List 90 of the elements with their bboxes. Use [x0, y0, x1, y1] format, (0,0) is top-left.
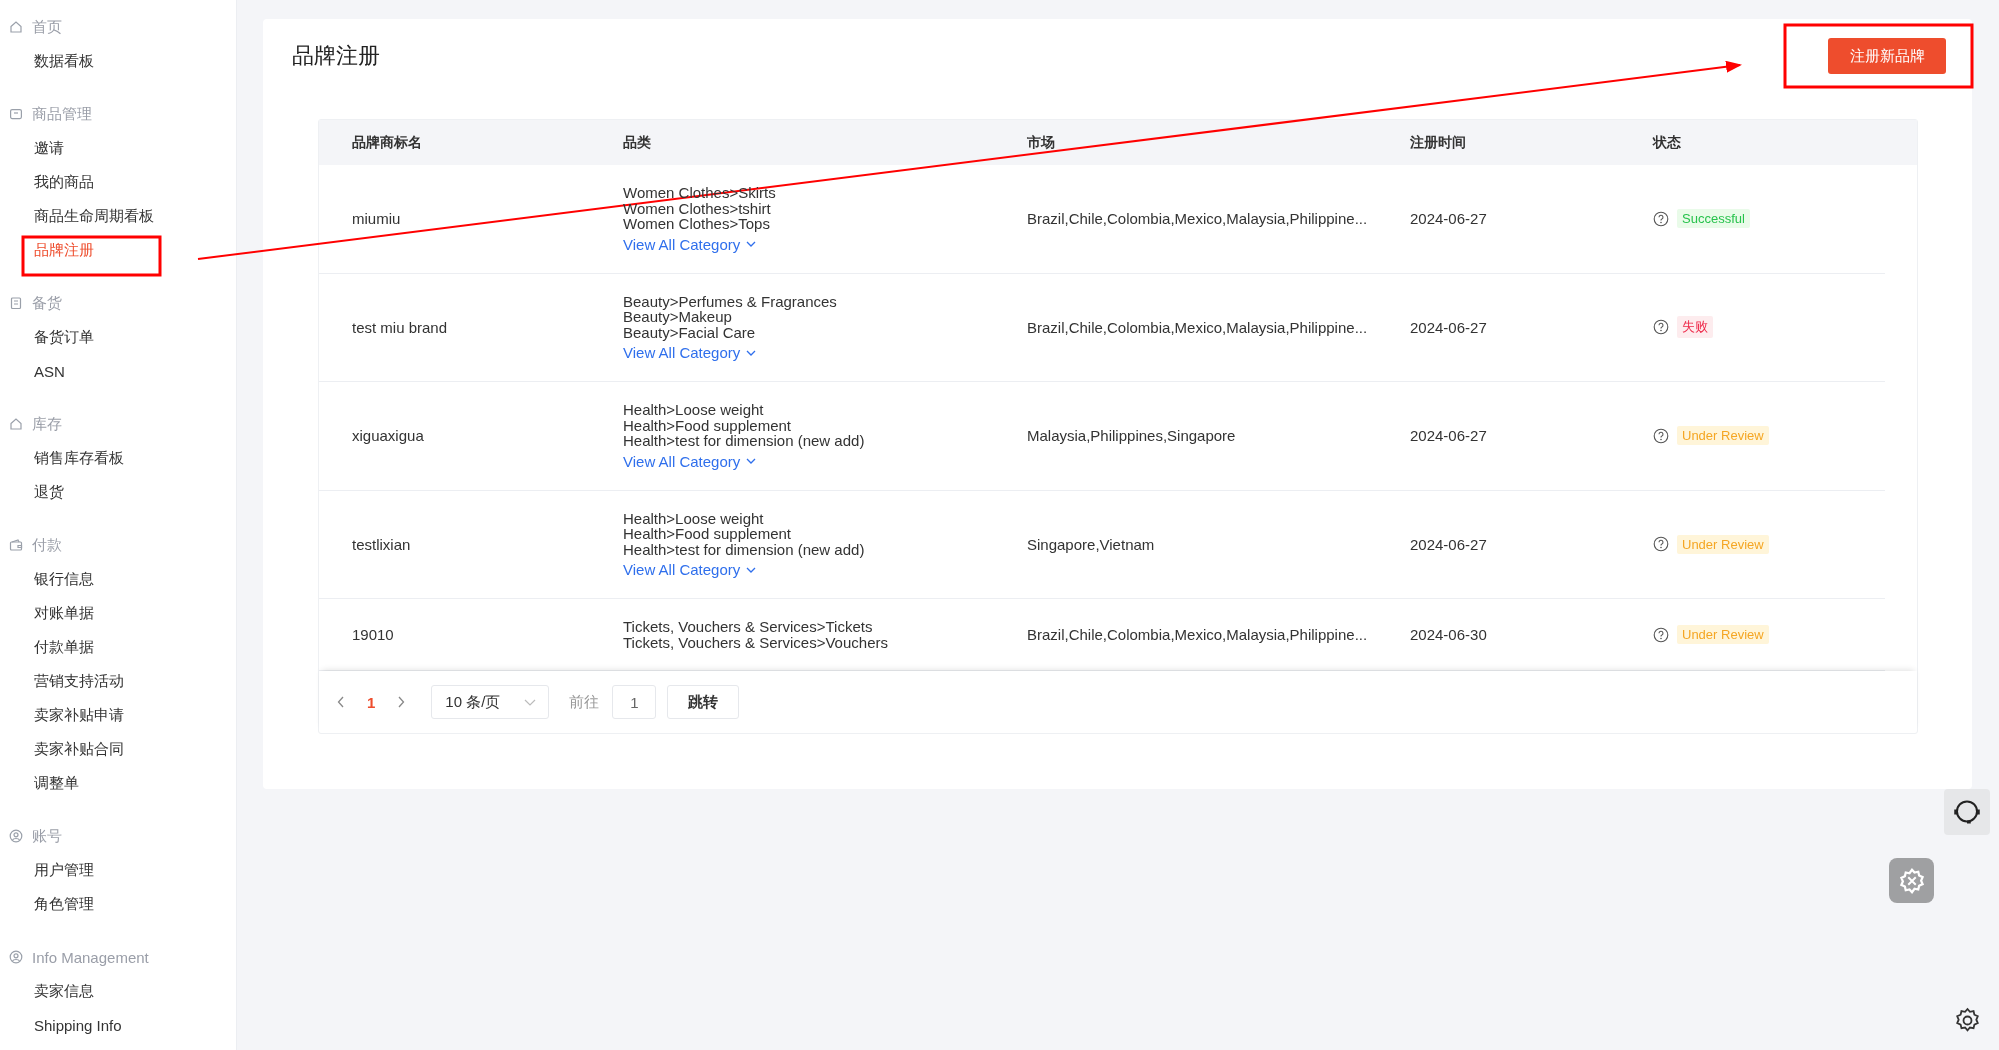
- table-cell-text: Brazil,Chile,Colombia,Mexico,Malaysia,Philippine...: [1027, 626, 1369, 643]
- view-all-link[interactable]: View All Category: [623, 235, 757, 253]
- column-header: 市场: [1027, 133, 1056, 152]
- page-title: 品牌注册: [292, 42, 380, 70]
- sidebar-item[interactable]: ASN: [0, 354, 65, 388]
- sidebar-item[interactable]: 对账单据: [0, 596, 94, 630]
- table-cell-text: test miu brand: [351, 318, 449, 336]
- sidebar-group-title: 库存: [32, 414, 62, 434]
- sidebar-group-title: 账号: [32, 826, 62, 846]
- table-cell-text: 2024-06-27: [1410, 318, 1488, 336]
- help-icon[interactable]: [1653, 626, 1669, 643]
- table-cell-text: xiguaxigua: [351, 427, 425, 445]
- table-cell-text: Brazil,Chile,Colombia,Mexico,Malaysia,Philippine...: [1027, 210, 1369, 228]
- user-icon: [9, 829, 23, 843]
- table-cell-text: miumiu: [351, 210, 402, 228]
- table-cell-text: 2024-06-30: [1410, 626, 1488, 643]
- table-cell-text: testlixian: [351, 535, 412, 553]
- sidebar-item[interactable]: 品牌注册: [0, 233, 94, 267]
- sidebar-item[interactable]: 付款单据: [0, 630, 94, 664]
- category-list: Tickets, Vouchers & Services>Tickets Tickets, Vouchers & Services>Vouchers: [623, 619, 888, 650]
- view-all-link[interactable]: View All Category: [623, 561, 757, 578]
- table-cell-text: 2024-06-27: [1410, 535, 1488, 553]
- status-tag: Under Review: [1677, 426, 1769, 446]
- headset-icon: [1952, 797, 1982, 827]
- category-list: Beauty>Perfumes & Fragrances Beauty>Makeup Beauty>Facial Care: [623, 293, 837, 340]
- sidebar-item[interactable]: 用户管理: [0, 853, 94, 887]
- help-icon[interactable]: [1653, 319, 1669, 336]
- tools-button[interactable]: [1889, 858, 1934, 903]
- sidebar-item[interactable]: 银行信息: [0, 562, 94, 596]
- next-page-icon[interactable]: [397, 696, 406, 708]
- support-button[interactable]: [1944, 789, 1990, 835]
- box-icon: [9, 107, 23, 121]
- sidebar-item[interactable]: 商品生命周期看板: [0, 199, 154, 233]
- column-header: 状态: [1653, 133, 1682, 152]
- previous-page-icon[interactable]: [337, 696, 345, 708]
- status-tag: Successful: [1677, 209, 1750, 229]
- column-header: 注册时间: [1410, 133, 1467, 152]
- sidebar-item[interactable]: 我的商品: [0, 165, 94, 199]
- sidebar-item[interactable]: 卖家补贴申请: [0, 698, 124, 732]
- home-icon: [9, 417, 23, 431]
- page-number[interactable]: 1: [367, 693, 376, 711]
- sidebar-group-title: Info Management: [32, 948, 149, 966]
- sidebar-item[interactable]: Shipping Info: [0, 1008, 122, 1042]
- table-cell-text: 2024-06-27: [1410, 427, 1488, 445]
- help-icon[interactable]: [1653, 536, 1669, 553]
- jump-button[interactable]: 跳转: [667, 685, 740, 719]
- table-cell-text: 2024-06-27: [1410, 210, 1488, 228]
- help-icon[interactable]: [1653, 427, 1669, 444]
- sidebar-item[interactable]: 数据看板: [0, 44, 94, 78]
- chevron-down-icon: [746, 566, 757, 573]
- home-icon: [9, 20, 23, 34]
- help-icon[interactable]: [1653, 210, 1669, 227]
- status-tag: Under Review: [1677, 534, 1769, 554]
- category-list: Health>Loose weight Health>Food supplement Health>test for dimension (new add): [623, 510, 865, 557]
- sidebar-item[interactable]: 备货订单: [0, 320, 94, 354]
- table-cell-text: Singapore,Vietnam: [1027, 535, 1156, 553]
- sidebar-item[interactable]: 卖家信息: [0, 974, 94, 1008]
- table-cell-text: 19010: [351, 626, 395, 643]
- clipboard-icon: [9, 296, 23, 310]
- table-cell-text: Brazil,Chile,Colombia,Mexico,Malaysia,Philippine...: [1027, 318, 1369, 336]
- register-brand-button[interactable]: 注册新品牌: [1828, 38, 1946, 74]
- sidebar-item[interactable]: 角色管理: [0, 887, 94, 921]
- sidebar-item[interactable]: 卖家补贴合同: [0, 732, 124, 766]
- view-all-link[interactable]: View All Category: [623, 344, 757, 361]
- page-input[interactable]: 1: [612, 685, 657, 719]
- settings-icon[interactable]: [1953, 1006, 1982, 1035]
- sidebar-item[interactable]: 调整单: [0, 766, 79, 800]
- wallet-icon: [9, 538, 23, 552]
- view-all-link[interactable]: View All Category: [623, 452, 757, 470]
- sidebar-item[interactable]: 营销支持活动: [0, 664, 124, 698]
- goto-label: 前往: [569, 692, 600, 712]
- sidebar-group-title: 备货: [32, 293, 62, 313]
- status-tag: Under Review: [1677, 625, 1769, 644]
- sidebar-group-title: 商品管理: [32, 104, 92, 124]
- status-tag: 失败: [1677, 316, 1713, 339]
- sidebar-item[interactable]: 销售库存看板: [0, 441, 124, 475]
- sidebar-item[interactable]: 退货: [0, 475, 64, 509]
- sidebar-group-title: 付款: [32, 535, 62, 555]
- chevron-down-icon: [746, 241, 757, 247]
- sidebar-group-title: 首页: [32, 17, 62, 37]
- chevron-down-icon: [524, 698, 537, 706]
- page-size-select[interactable]: 10 条/页: [431, 685, 550, 719]
- column-header: 品类: [623, 133, 652, 152]
- column-header: 品牌商标名: [351, 133, 423, 152]
- chevron-down-icon: [746, 458, 757, 464]
- category-list: Health>Loose weight Health>Food supplement Health>test for dimension (new add): [623, 402, 865, 449]
- user-icon: [9, 950, 23, 964]
- chevron-down-icon: [746, 349, 757, 356]
- table-cell-text: Malaysia,Philippines,Singapore: [1027, 427, 1237, 445]
- sidebar-item[interactable]: 邀请: [0, 131, 64, 165]
